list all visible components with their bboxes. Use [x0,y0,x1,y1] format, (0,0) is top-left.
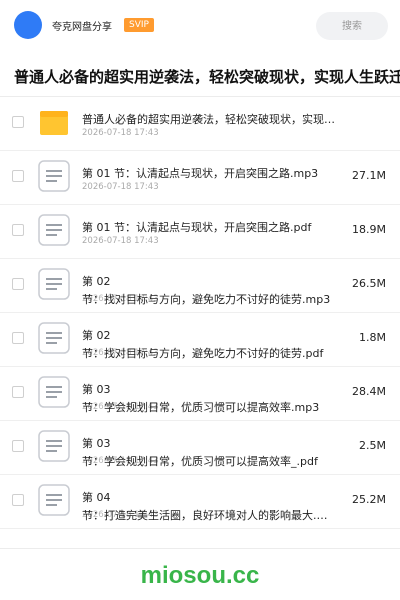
file-name-line: 节：找对目标与方向，避免吃力不讨好的徒劳.pdf [82,347,324,360]
file-size: 25.2M [352,493,386,506]
file-name-line: 第 03 [82,383,111,396]
file-size: 2.5M [359,439,386,452]
row-checkbox[interactable] [12,224,24,236]
file-list: 普通人必备的超实用逆袭法，轻松突破现状，实现人生跃迁 2026-07-18 17… [0,97,400,529]
file-name: 第 01 节：认清起点与现状，开启突围之路.pdf [82,221,312,234]
file-name-line: 第 02 [82,329,111,342]
file-row[interactable]: 第 01 节：认清起点与现状，开启突围之路.mp3 2026-07-18 17:… [0,151,400,205]
divider [0,548,400,549]
file-date: 2026-07-18 17:43 [82,128,159,138]
document-icon [38,160,70,192]
file-size: 28.4M [352,385,386,398]
file-size: 27.1M [352,169,386,182]
share-page: 夸克网盘分享 SVIP 普通人必备的超实用逆袭法，轻松突破现状，实现人生跃迁 普… [0,0,400,600]
file-row[interactable]: 第 01 节：认清起点与现状，开启突围之路.pdf 2026-07-18 17:… [0,205,400,259]
file-size: 26.5M [352,277,386,290]
file-name-line: 第 03 [82,437,111,450]
file-name-line: 节：打造完美生活圈，良好环境对人的影响最大.mp3 [82,509,332,522]
watermark: miosou.cc [140,562,260,589]
row-checkbox[interactable] [12,332,24,344]
row-checkbox[interactable] [12,116,24,128]
search-input[interactable] [316,12,388,40]
document-icon [38,214,70,246]
file-name: 第 02 节：找对目标与方向，避免吃力不讨好的徒劳.mp3 [82,273,332,309]
file-name-line: 节：找对目标与方向，避免吃力不讨好的徒劳.mp3 [82,293,331,306]
file-row[interactable]: 2026-07-18 17:43 第 02 节：找对目标与方向，避免吃力不讨好的… [0,313,400,367]
brand-name: 夸克网盘分享 [52,22,112,33]
file-name: 第 02 节：找对目标与方向，避免吃力不讨好的徒劳.pdf [82,327,332,363]
row-checkbox[interactable] [12,494,24,506]
page-title: 普通人必备的超实用逆袭法，轻松突破现状，实现人生跃迁 [14,68,400,86]
file-name: 普通人必备的超实用逆袭法，轻松突破现状，实现人生跃迁 [82,113,342,126]
row-checkbox[interactable] [12,386,24,398]
file-row[interactable]: 2026-07-18 17:43 第 02 节：找对目标与方向，避免吃力不讨好的… [0,259,400,313]
file-size: 18.9M [352,223,386,236]
file-name: 第 01 节：认清起点与现状，开启突围之路.mp3 [82,167,319,180]
file-row[interactable]: 2026-07-18 17:43 第 03 节：学会规划日常，优质习惯可以提高效… [0,367,400,421]
file-name-line: 节：学会规划日常，优质习惯可以提高效率_.pdf [82,455,318,468]
row-checkbox[interactable] [12,440,24,452]
folder-icon [40,111,68,135]
row-checkbox[interactable] [12,278,24,290]
document-icon [38,376,70,408]
document-icon [38,322,70,354]
file-name-line: 节：学会规划日常，优质习惯可以提高效率.mp3 [82,401,320,414]
file-name: 第 03 节：学会规划日常，优质习惯可以提高效率_.pdf [82,435,332,471]
file-size: 1.8M [359,331,386,344]
file-name-line: 第 02 [82,275,111,288]
file-date: 2026-07-18 17:43 [82,236,159,246]
svip-badge: SVIP [124,18,154,32]
document-icon [38,484,70,516]
file-name: 第 04 节：打造完美生活圈，良好环境对人的影响最大.mp3 [82,489,332,525]
avatar[interactable] [14,11,42,39]
file-name: 第 03 节：学会规划日常，优质习惯可以提高效率.mp3 [82,381,332,417]
row-checkbox[interactable] [12,170,24,182]
file-row[interactable]: 2026-07-18 17:43 第 04 节：打造完美生活圈，良好环境对人的影… [0,475,400,529]
file-name-line: 第 04 [82,491,111,504]
file-date: 2026-07-18 17:43 [82,182,159,192]
file-row[interactable]: 2026-07-18 17:43 第 03 节：学会规划日常，优质习惯可以提高效… [0,421,400,475]
file-row-folder[interactable]: 普通人必备的超实用逆袭法，轻松突破现状，实现人生跃迁 2026-07-18 17… [0,97,400,151]
document-icon [38,268,70,300]
document-icon [38,430,70,462]
header: 夸克网盘分享 SVIP [0,0,400,52]
